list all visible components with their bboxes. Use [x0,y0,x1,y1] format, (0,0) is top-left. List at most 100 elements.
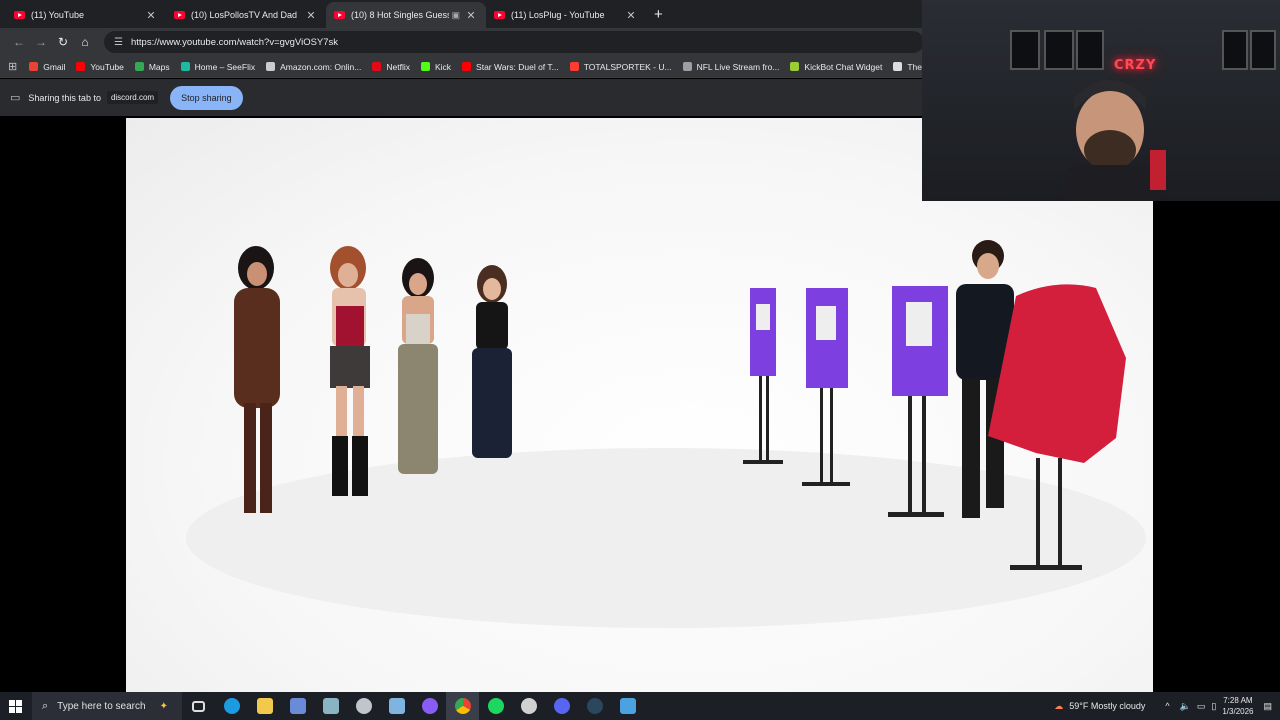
bookmark-favicon-icon [569,62,579,71]
bookmark-favicon-icon [420,62,430,71]
bookmark-favicon-icon [790,62,800,71]
outlook-icon[interactable] [281,692,314,720]
file-explorer-icon[interactable] [248,692,281,720]
address-bar[interactable]: ☰ https://www.youtube.com/watch?v=gvgViO… [104,31,924,53]
bookmark-label: Netflix [386,61,410,72]
youtube-favicon-icon [494,11,505,19]
back-icon[interactable]: ← [8,35,30,49]
sparkle-icon: ✦ [159,700,168,712]
page-content [0,116,1280,692]
tab-title: (11) YouTube [31,10,85,20]
spotify-icon[interactable] [479,692,512,720]
woman-3 [398,258,438,474]
close-tab-icon[interactable]: ✕ [304,9,318,22]
reload-icon[interactable]: ↻ [52,35,74,49]
steam-icon[interactable] [578,692,611,720]
forward-icon[interactable]: → [30,35,52,49]
site-info-icon[interactable]: ☰ [114,37,123,48]
windows-logo-icon [8,699,22,713]
display-icon[interactable]: ▯ [1211,701,1216,712]
screen: (11) YouTube ✕ (10) LosPollosTV And Dad … [0,0,1280,720]
screen-share-icon: ▭ [10,92,21,104]
bookmark-item[interactable]: Star Wars: Duel of T... [462,62,559,72]
youtube-favicon-icon [174,11,185,19]
windows-taskbar: ⌕ Type here to search ✦ ☁ 59°F Mostly cl… [0,692,1280,720]
bookmark-item[interactable]: Home – SeeFlix [180,61,256,72]
obs-icon[interactable] [413,692,446,720]
sharing-tab-icon: ▣ [451,9,460,20]
bookmark-item[interactable]: Amazon.com: Onlin... [266,62,361,72]
chrome-icon[interactable] [446,692,479,720]
bookmark-label: KickBot Chat Widget [804,61,883,72]
sharing-domain: discord.com [106,91,159,104]
bookmark-favicon-icon [682,62,692,71]
close-tab-icon[interactable]: ✕ [144,9,158,22]
chevron-up-icon[interactable]: ^ [1165,701,1169,711]
bookmark-label: TOTALSPORTEK - U... [583,61,672,72]
tab-youtube-home[interactable]: (11) YouTube ✕ [6,2,166,28]
tab-lospollostv[interactable]: (10) LosPollosTV And Dad React ✕ [166,2,326,28]
bookmark-label: Amazon.com: Onlin... [280,61,362,72]
bookmark-item[interactable]: Maps [134,61,170,72]
youtube-favicon-icon [14,11,25,19]
network-icon[interactable]: ▭ [1197,701,1206,712]
speaker-icon[interactable]: 🔈 [1180,701,1191,712]
bookmark-favicon-icon [180,62,190,71]
notes-icon[interactable] [380,692,413,720]
close-tab-icon[interactable]: ✕ [624,9,638,22]
bookmark-item[interactable]: TOTALSPORTEK - U... [569,61,672,72]
woman-1 [234,246,280,513]
tab-hot-singles-active[interactable]: (10) 8 Hot Singles Guess W ▣ ✕ [326,2,486,28]
bookmark-item[interactable]: YouTube [76,62,124,72]
bookmark-favicon-icon [372,62,382,71]
bookmark-item[interactable]: Netflix [372,62,410,72]
bookmark-favicon-icon [462,62,472,71]
system-tray: ☁ 59°F Mostly cloudy ^ 🔈 ▭ ▯ 7:28 AM 1/3… [1054,692,1280,720]
calculator-icon[interactable] [314,692,347,720]
stop-sharing-button[interactable]: Stop sharing [170,85,243,110]
clock[interactable]: 7:28 AM 1/3/2026 [1222,695,1253,717]
bookmark-item[interactable]: NFL Live Stream fro... [682,61,780,72]
youtube-favicon-icon [334,11,345,19]
tab-title: (10) LosPollosTV And Dad React [191,10,300,20]
app-icon[interactable] [512,692,545,720]
profile-board-1 [743,288,783,464]
weather-icon: ☁ [1054,700,1064,711]
tab-title: (11) LosPlug - YouTube [511,10,605,20]
streamer-image [1062,80,1166,201]
bookmark-label: Gmail [43,61,66,72]
task-view-icon[interactable] [182,692,215,720]
bookmark-item[interactable]: Gmail [29,62,65,72]
video-player[interactable] [126,118,1153,692]
notifications-icon[interactable]: ▤ [1263,701,1272,712]
apps-grid-icon[interactable]: ⊞ [8,60,17,73]
bookmark-favicon-icon [266,62,276,71]
bookmark-item[interactable]: Kick [420,62,451,72]
close-tab-icon[interactable]: ✕ [464,9,478,22]
bookmark-label: Maps [148,61,170,72]
taskbar-search[interactable]: ⌕ Type here to search ✦ [32,692,182,720]
url-text: https://www.youtube.com/watch?v=gvgViOSY… [130,36,339,48]
bookmark-favicon-icon [893,62,903,71]
start-button[interactable] [0,699,30,713]
app-icon[interactable] [611,692,644,720]
app-icon[interactable] [347,692,380,720]
bookmark-label: Home – SeeFlix [194,61,256,72]
clock-time: 7:28 AM [1223,696,1253,705]
bookmark-favicon-icon [134,62,144,71]
woman-2 [330,246,370,496]
discord-icon[interactable] [545,692,578,720]
bookmark-favicon-icon [76,62,86,71]
woman-4 [472,265,512,458]
weather-text[interactable]: 59°F Mostly cloudy [1069,701,1145,711]
bookmark-label: Star Wars: Duel of T... [476,61,559,72]
sharing-label: Sharing this tab to [28,92,101,103]
new-tab-icon[interactable]: + [654,2,663,28]
home-icon[interactable]: ⌂ [74,35,96,49]
bookmark-label: NFL Live Stream fro... [696,61,780,72]
tab-losplug[interactable]: (11) LosPlug - YouTube ✕ [486,2,646,28]
bookmark-item[interactable]: KickBot Chat Widget [790,62,882,72]
edge-icon[interactable] [215,692,248,720]
search-icon: ⌕ [42,699,49,712]
clock-date: 1/3/2026 [1222,707,1254,716]
